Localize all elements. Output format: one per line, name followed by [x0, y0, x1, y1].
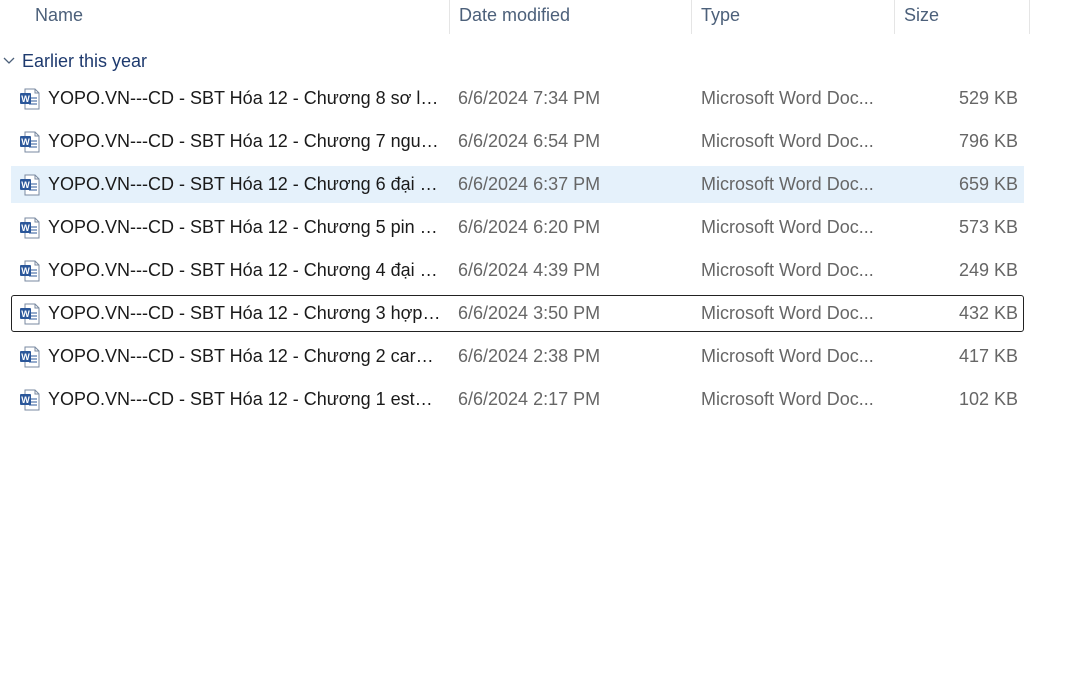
file-type: Microsoft Word Doc...	[701, 131, 874, 151]
file-name-cell: W YOPO.VN---CD - SBT Hóa 12 - Chương 8 s…	[18, 81, 442, 116]
word-document-icon: W	[18, 388, 42, 412]
svg-text:W: W	[21, 137, 30, 147]
file-size: 249 KB	[958, 260, 1018, 280]
file-name-cell: W YOPO.VN---CD - SBT Hóa 12 - Chương 4 đ…	[18, 253, 442, 288]
file-date-modified: 6/6/2024 3:50 PM	[458, 303, 601, 323]
file-row[interactable]: W YOPO.VN---CD - SBT Hóa 12 - Chương 4 đ…	[11, 252, 1024, 289]
file-row[interactable]: W YOPO.VN---CD - SBT Hóa 12 - Chương 2 c…	[11, 338, 1024, 375]
word-document-icon: W	[18, 302, 42, 326]
group-header-earlier-this-year[interactable]: Earlier this year	[0, 46, 1030, 76]
file-date-modified: 6/6/2024 4:39 PM	[458, 260, 601, 280]
file-size: 417 KB	[958, 346, 1018, 366]
file-row-focused[interactable]: W YOPO.VN---CD - SBT Hóa 12 - Chương 3 h…	[11, 295, 1024, 332]
column-header-name[interactable]: Name	[0, 0, 449, 34]
column-header-type[interactable]: Type	[691, 0, 894, 34]
svg-text:W: W	[21, 94, 30, 104]
column-header-size[interactable]: Size	[894, 0, 1030, 34]
file-size: 573 KB	[958, 217, 1018, 237]
file-date-modified: 6/6/2024 2:17 PM	[458, 389, 601, 409]
svg-text:W: W	[21, 352, 30, 362]
file-type: Microsoft Word Doc...	[701, 303, 874, 323]
file-type: Microsoft Word Doc...	[701, 217, 874, 237]
file-name-cell: W YOPO.VN---CD - SBT Hóa 12 - Chương 5 p…	[18, 210, 442, 245]
file-row[interactable]: W YOPO.VN---CD - SBT Hóa 12 - Chương 1 e…	[11, 381, 1024, 418]
file-type: Microsoft Word Doc...	[701, 260, 874, 280]
word-document-icon: W	[18, 345, 42, 369]
file-name: YOPO.VN---CD - SBT Hóa 12 - Chương 7 ngu…	[48, 131, 442, 151]
column-header-bar: Name Date modified Type Size	[0, 0, 1030, 34]
file-date-modified: 6/6/2024 6:37 PM	[458, 174, 601, 194]
file-name-cell: W YOPO.VN---CD - SBT Hóa 12 - Chương 2 c…	[18, 339, 442, 374]
file-row-hovered[interactable]: W YOPO.VN---CD - SBT Hóa 12 - Chương 6 đ…	[11, 166, 1024, 203]
file-row[interactable]: W YOPO.VN---CD - SBT Hóa 12 - Chương 8 s…	[11, 80, 1024, 117]
file-row[interactable]: W YOPO.VN---CD - SBT Hóa 12 - Chương 5 p…	[11, 209, 1024, 246]
file-date-modified: 6/6/2024 6:54 PM	[458, 131, 601, 151]
file-list: W YOPO.VN---CD - SBT Hóa 12 - Chương 8 s…	[11, 80, 1024, 424]
file-type: Microsoft Word Doc...	[701, 174, 874, 194]
file-name-cell: W YOPO.VN---CD - SBT Hóa 12 - Chương 6 đ…	[18, 167, 442, 202]
file-type: Microsoft Word Doc...	[701, 88, 874, 108]
svg-text:W: W	[21, 223, 30, 233]
svg-text:W: W	[21, 395, 30, 405]
file-type: Microsoft Word Doc...	[701, 389, 874, 409]
group-label: Earlier this year	[22, 50, 148, 71]
file-size: 529 KB	[958, 88, 1018, 108]
file-size: 432 KB	[958, 303, 1018, 323]
word-document-icon: W	[18, 216, 42, 240]
file-name: YOPO.VN---CD - SBT Hóa 12 - Chương 5 pin…	[48, 217, 442, 237]
svg-text:W: W	[21, 309, 30, 319]
file-name: YOPO.VN---CD - SBT Hóa 12 - Chương 8 sơ …	[48, 88, 442, 108]
file-name: YOPO.VN---CD - SBT Hóa 12 - Chương 4 đại…	[48, 260, 442, 280]
file-name: YOPO.VN---CD - SBT Hóa 12 - Chương 6 đại…	[48, 174, 442, 194]
word-document-icon: W	[18, 87, 42, 111]
file-name-cell: W YOPO.VN---CD - SBT Hóa 12 - Chương 7 n…	[18, 124, 442, 159]
file-date-modified: 6/6/2024 7:34 PM	[458, 88, 601, 108]
svg-text:W: W	[21, 180, 30, 190]
word-document-icon: W	[18, 130, 42, 154]
word-document-icon: W	[18, 173, 42, 197]
file-name: YOPO.VN---CD - SBT Hóa 12 - Chương 3 hợp…	[48, 303, 442, 323]
file-row[interactable]: W YOPO.VN---CD - SBT Hóa 12 - Chương 7 n…	[11, 123, 1024, 160]
file-name-cell: W YOPO.VN---CD - SBT Hóa 12 - Chương 1 e…	[18, 382, 442, 417]
svg-text:W: W	[21, 266, 30, 276]
column-header-date-modified[interactable]: Date modified	[449, 0, 691, 34]
word-document-icon: W	[18, 259, 42, 283]
file-size: 102 KB	[958, 389, 1018, 409]
file-date-modified: 6/6/2024 2:38 PM	[458, 346, 601, 366]
chevron-down-icon[interactable]	[3, 55, 15, 67]
file-date-modified: 6/6/2024 6:20 PM	[458, 217, 601, 237]
file-explorer-details-view: Name Date modified Type Size Earlier thi…	[0, 0, 1066, 677]
file-size: 796 KB	[958, 131, 1018, 151]
file-type: Microsoft Word Doc...	[701, 346, 874, 366]
file-size: 659 KB	[958, 174, 1018, 194]
file-name: YOPO.VN---CD - SBT Hóa 12 - Chương 1 est…	[48, 389, 442, 409]
file-name-cell: W YOPO.VN---CD - SBT Hóa 12 - Chương 3 h…	[18, 296, 442, 331]
file-name: YOPO.VN---CD - SBT Hóa 12 - Chương 2 car…	[48, 346, 442, 366]
